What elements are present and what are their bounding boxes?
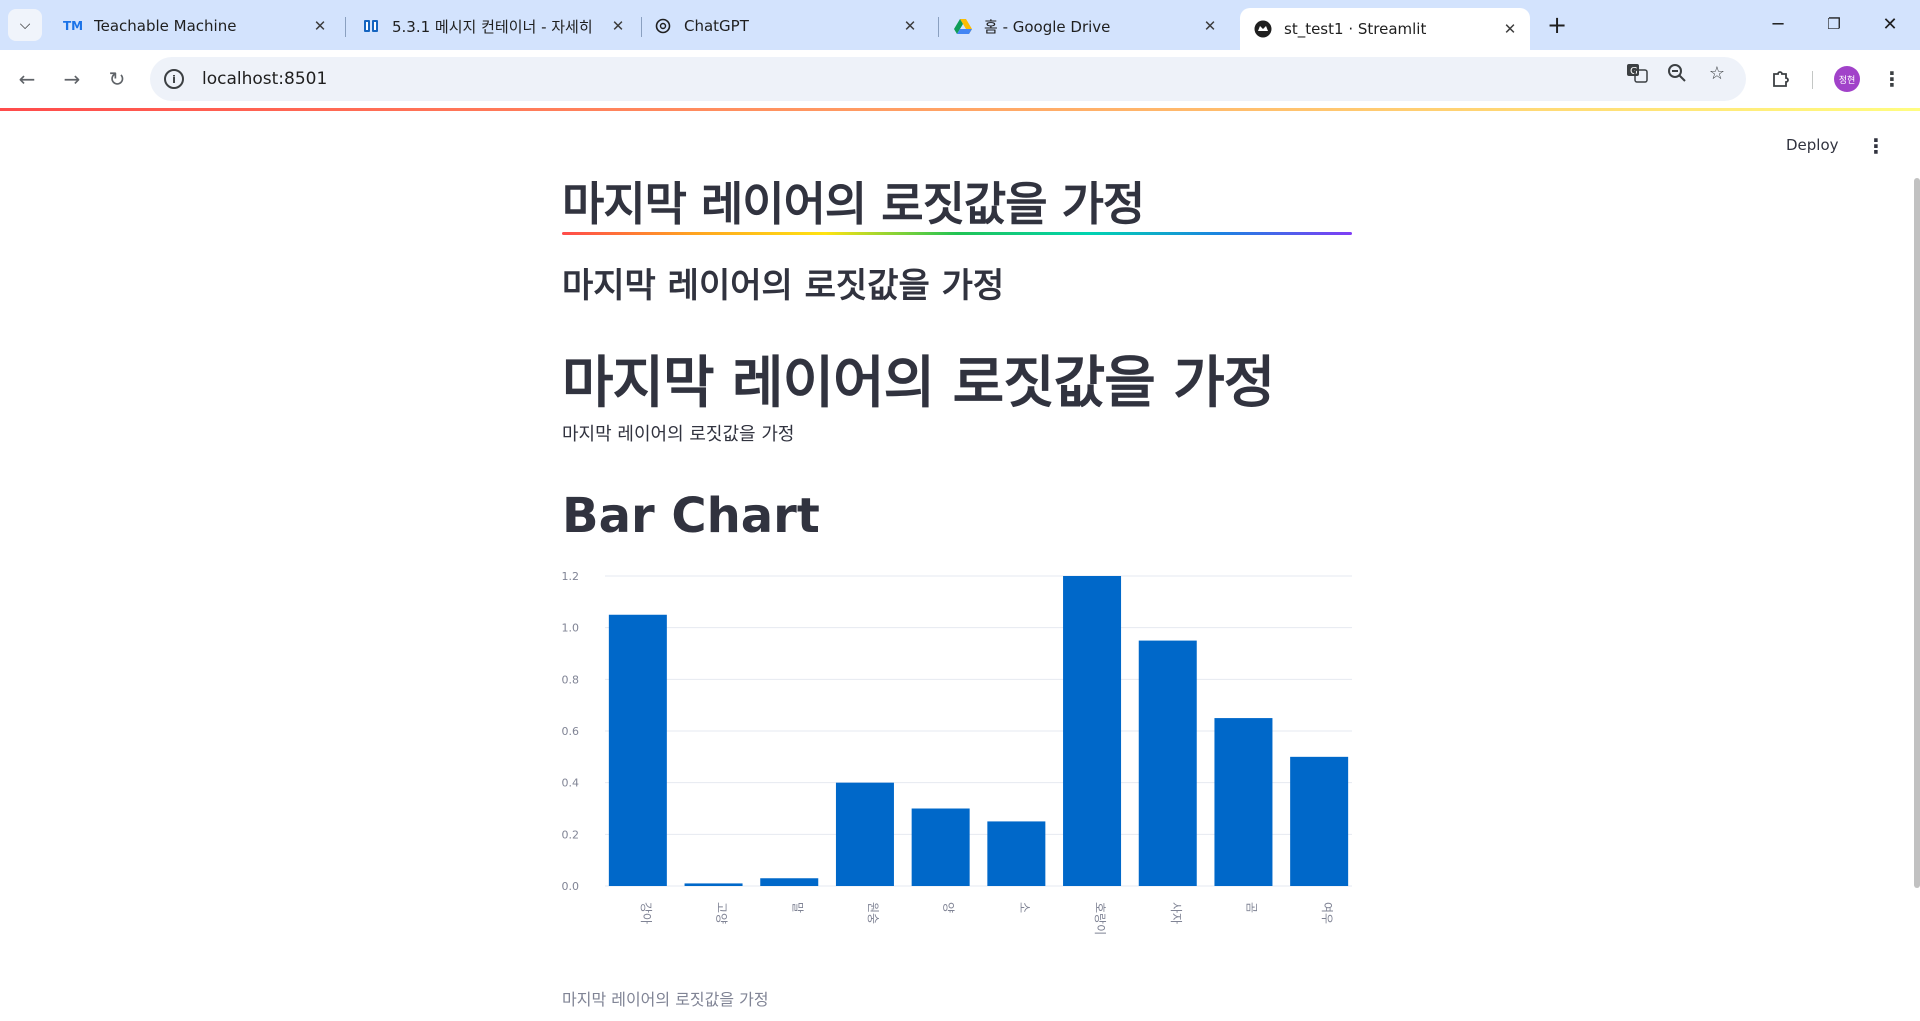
- tab-title: 홈 - Google Drive: [984, 17, 1111, 36]
- arrow-left-icon: ←: [18, 67, 36, 91]
- chart-bar[interactable]: [760, 878, 819, 886]
- caption-text: 마지막 레이어의 로짓값을 가정: [562, 990, 769, 1009]
- drive-icon: [954, 17, 972, 35]
- forward-button[interactable]: →: [55, 62, 89, 96]
- book-icon: [362, 17, 380, 35]
- chart-bar[interactable]: [911, 808, 970, 887]
- tab-title: 5.3.1 메시지 컨테이너 - 자세히: [392, 17, 593, 36]
- chevron-down-icon: ⌵: [19, 17, 31, 33]
- header-text: 마지막 레이어의 로짓값을 가정: [562, 351, 1275, 416]
- svg-text:G: G: [1630, 66, 1638, 77]
- plus-icon: +: [1546, 11, 1568, 39]
- close-icon: ✕: [1882, 13, 1898, 35]
- restore-icon: ❐: [1827, 15, 1841, 33]
- arrow-right-icon: →: [63, 67, 81, 91]
- header-decoration-bar: [0, 108, 1920, 111]
- chart-bar[interactable]: [1063, 576, 1122, 886]
- zoom-icon[interactable]: [1664, 60, 1690, 86]
- x-category-label: 말: [790, 902, 804, 913]
- browser-menu-button[interactable]: ⋮: [1875, 62, 1909, 96]
- tab-title: Teachable Machine: [94, 17, 237, 35]
- profile-avatar[interactable]: 정현: [1834, 66, 1860, 92]
- restore-button[interactable]: ❐: [1806, 0, 1862, 48]
- minimize-button[interactable]: ─: [1750, 0, 1806, 48]
- x-category-label: 원숭: [866, 902, 880, 924]
- tab-title: st_test1 · Streamlit: [1284, 20, 1427, 38]
- browser-toolbar: ← → ↻ i localhost:8501 G ☆ 정현 ⋮: [0, 50, 1920, 108]
- close-icon[interactable]: ✕: [898, 14, 922, 38]
- url-text: localhost:8501: [202, 69, 328, 89]
- chatgpt-icon: [654, 17, 672, 35]
- teachable-machine-favicon: TM: [62, 19, 84, 33]
- chart-bar[interactable]: [684, 883, 743, 886]
- scrollbar-thumb[interactable]: [1914, 178, 1920, 888]
- close-window-button[interactable]: ✕: [1862, 0, 1918, 48]
- y-tick-label: 0.0: [562, 880, 580, 893]
- deploy-button[interactable]: Deploy: [1786, 136, 1839, 154]
- tab-teachable-machine[interactable]: TM Teachable Machine ✕: [50, 8, 340, 44]
- tab-google-drive[interactable]: 홈 - Google Drive ✕: [940, 8, 1230, 44]
- y-tick-label: 0.8: [562, 673, 580, 686]
- site-info-icon[interactable]: i: [164, 69, 184, 89]
- streamlit-app: Deploy ⋮ 마지막 레이어의 로짓값을 가정 마지막 레이어의 로짓값을 …: [0, 108, 1920, 1021]
- bookmark-star-icon[interactable]: ☆: [1704, 60, 1730, 86]
- body-text: 마지막 레이어의 로짓값을 가정: [562, 424, 795, 445]
- tab-title: ChatGPT: [684, 17, 749, 35]
- x-category-label: 곰: [1244, 902, 1258, 913]
- browser-tab-strip: ⌵ TM Teachable Machine ✕ 5.3.1 메시지 컨테이너 …: [0, 0, 1920, 50]
- more-vertical-icon: ⋮: [1866, 134, 1886, 158]
- x-category-label: 사자: [1169, 902, 1183, 924]
- streamlit-icon: [1254, 20, 1272, 38]
- y-tick-label: 0.6: [562, 725, 580, 738]
- translate-icon[interactable]: G: [1624, 60, 1650, 86]
- close-icon[interactable]: ✕: [1198, 14, 1222, 38]
- tab-separator: [345, 17, 346, 37]
- chart-bar[interactable]: [1138, 640, 1197, 886]
- reload-icon: ↻: [108, 67, 126, 91]
- close-icon[interactable]: ✕: [606, 14, 630, 38]
- more-vertical-icon: ⋮: [1882, 67, 1902, 91]
- close-icon[interactable]: ✕: [1498, 17, 1522, 41]
- reload-button[interactable]: ↻: [100, 62, 134, 96]
- x-category-label: 호랑이: [1093, 902, 1107, 935]
- page-title: 마지막 레이어의 로짓값을 가정: [562, 177, 1145, 231]
- chart-bar[interactable]: [835, 782, 894, 886]
- new-tab-button[interactable]: +: [1542, 10, 1572, 40]
- x-category-label: 소: [1017, 902, 1031, 913]
- tab-separator: [938, 17, 939, 37]
- tab-search-button[interactable]: ⌵: [8, 9, 42, 41]
- chart-bar[interactable]: [1214, 718, 1273, 886]
- address-bar[interactable]: i localhost:8501: [150, 57, 1746, 101]
- tab-streamlit-active[interactable]: st_test1 · Streamlit ✕: [1240, 8, 1530, 50]
- y-tick-label: 0.4: [562, 777, 580, 790]
- close-icon[interactable]: ✕: [308, 14, 332, 38]
- y-tick-label: 1.0: [562, 622, 580, 635]
- toolbar-separator: [1812, 71, 1813, 89]
- x-category-label: 고양: [715, 902, 729, 924]
- x-category-label: 양: [942, 902, 956, 913]
- main-menu-button[interactable]: ⋮: [1862, 132, 1890, 160]
- extensions-icon[interactable]: [1764, 62, 1798, 96]
- minimize-icon: ─: [1772, 13, 1784, 35]
- chart-bar[interactable]: [608, 614, 667, 886]
- back-button[interactable]: ←: [10, 62, 44, 96]
- avatar-text: 정현: [1838, 75, 1856, 86]
- chart-bar[interactable]: [987, 821, 1046, 886]
- bar-chart[interactable]: 0.0 0.2 0.4 0.6 0.8 1.0 1.2 강아 고양 말 원숭 양 소 호랑이 사자 곰 여우: [555, 558, 1360, 958]
- tab-wikidocs[interactable]: 5.3.1 메시지 컨테이너 - 자세히 ✕: [348, 8, 638, 44]
- rainbow-divider: [562, 232, 1352, 235]
- y-tick-label: 0.2: [562, 828, 580, 841]
- chart-heading: Bar Chart: [562, 488, 820, 544]
- subheader-text: 마지막 레이어의 로짓값을 가정: [562, 266, 1005, 306]
- x-category-label: 강아: [639, 902, 653, 924]
- chart-bar[interactable]: [1290, 756, 1349, 886]
- x-category-label: 여우: [1320, 902, 1334, 924]
- y-tick-label: 1.2: [562, 570, 580, 583]
- tab-chatgpt[interactable]: ChatGPT ✕: [640, 8, 930, 44]
